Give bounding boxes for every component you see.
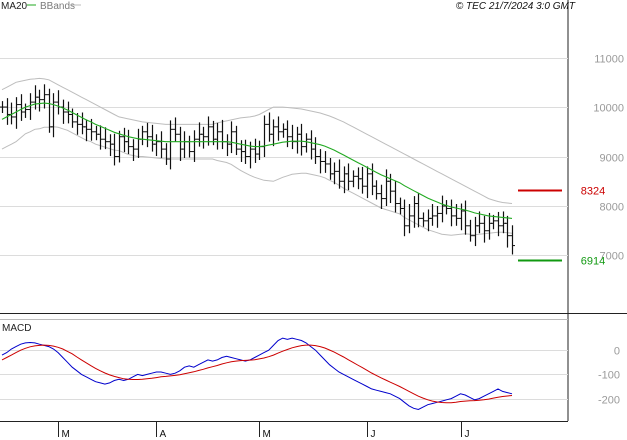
x-axis-month-label: J (371, 429, 376, 440)
x-axis-month-label: J (465, 429, 470, 440)
macd-title: MACD (2, 323, 31, 334)
price-level-label: 8324 (581, 186, 605, 198)
legend: MA20 BBands (1, 1, 81, 12)
macd-y-tick-label: -100 (598, 370, 620, 382)
price-y-tick-label: 9000 (600, 153, 624, 165)
x-axis-month-label: M (263, 429, 271, 440)
legend-ma20-label: MA20 (1, 1, 28, 12)
price-level-label: 6914 (581, 256, 605, 268)
price-y-tick-label: 11000 (594, 54, 624, 66)
legend-bbands-label: BBands (40, 1, 75, 12)
macd-y-ticks: 0 -100 -200 (598, 346, 620, 407)
x-axis: MAMJJ (58, 421, 470, 440)
price-y-tick-label: 8000 (600, 202, 624, 214)
x-axis-month-label: M (62, 429, 70, 440)
macd-panel (0, 319, 568, 421)
panel-frames (0, 0, 627, 422)
technical-chart: 1100010000900080007000 83246914 0-100-20… (0, 0, 627, 440)
x-axis-month-label: A (160, 429, 167, 440)
price-y-tick-label: 10000 (593, 103, 624, 115)
macd-y-tick-label: -200 (598, 395, 620, 407)
price-panel (0, 0, 568, 313)
copyright-notice: © TEC 21/7/2024 3:0 GMT (456, 1, 576, 12)
macd-y-tick-label: 0 (614, 346, 620, 358)
price-y-ticks: 1100010000900080007000 (593, 54, 624, 263)
